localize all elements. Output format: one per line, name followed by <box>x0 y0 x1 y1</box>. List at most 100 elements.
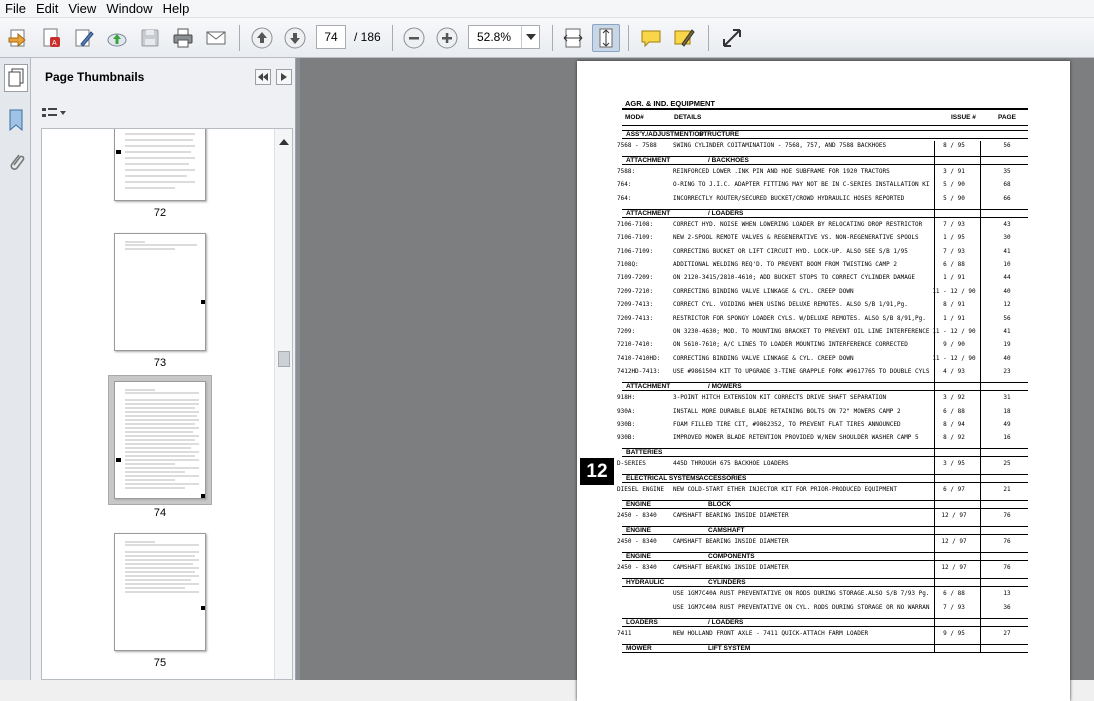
thumbnail-page-75[interactable] <box>114 533 206 651</box>
table-row: 7106-7109: CORRECTING BUCKET OR LIFT CIRC… <box>617 248 1029 260</box>
row-issue: 4 / 93 <box>943 368 965 376</box>
create-pdf-icon[interactable]: A <box>37 24 65 52</box>
row-details: CORRECTING BINDING VALVE LINKAGE & CYL. … <box>673 287 854 295</box>
comment-icon[interactable] <box>637 24 665 52</box>
highlight-icon[interactable] <box>670 24 698 52</box>
email-icon[interactable] <box>202 24 230 52</box>
thumbnail-page-75-content <box>125 541 205 610</box>
row-page: 40 <box>1003 287 1011 295</box>
header-rule <box>622 125 1028 126</box>
row-issue: 7 / 93 <box>943 220 965 228</box>
section-category: HYDRAULIC <box>626 579 665 587</box>
section-category: ENGINE <box>626 553 651 561</box>
row-issue: 7 / 93 <box>943 247 965 255</box>
section-subcategory: ACCESSORIES <box>699 475 747 483</box>
page-total: / 186 <box>354 30 381 44</box>
section-header: ASS'Y./ADJUSTMENT/OP STRUCTURE <box>622 130 1028 139</box>
row-mod: 918H: <box>617 394 636 402</box>
row-mod: 7106-7108: <box>617 220 654 228</box>
table-row: 2450 - 8340 CAMSHAFT BEARING INSIDE DIAME… <box>617 564 1029 576</box>
table-row: 764: O-RING TO J.I.C. ADAPTER FITTING MAY… <box>617 181 1029 193</box>
row-details: ON 3230-4630; MOD. TO MOUNTING BRACKET T… <box>673 328 930 335</box>
table-row: 7568 - 7588 SWING CYLINDER COITAMINATION … <box>617 142 1029 154</box>
row-mod: 7106-7109: <box>617 234 654 242</box>
page-number-badge: 12 <box>580 458 614 485</box>
row-issue: 11 - 12 / 90 <box>932 354 976 362</box>
scroll-thumb[interactable] <box>278 351 290 367</box>
row-details: SWING CYLINDER COITAMINATION - 7568, 757… <box>673 142 887 149</box>
table-row: D-SERIES 445D THROUGH 675 BACKHOE LOADERS… <box>617 460 1029 472</box>
panel-menu-arrow-icon[interactable] <box>276 69 292 85</box>
chevron-down-icon[interactable] <box>521 26 539 48</box>
row-mod: 7109-7209: <box>617 274 654 282</box>
zoom-in-icon[interactable] <box>433 24 461 52</box>
section-header: ENGINE BLOCK <box>622 500 1028 510</box>
table-row: 7108Q: ADDITIONAL WELDING REQ'D. TO PREVE… <box>617 261 1029 273</box>
previous-page-icon[interactable] <box>248 24 276 52</box>
bookmarks-icon[interactable] <box>4 106 28 134</box>
menu-help[interactable]: Help <box>158 0 195 17</box>
row-mod: 7210-7410: <box>617 341 654 349</box>
edit-document-icon[interactable] <box>70 24 98 52</box>
row-page: 12 <box>1003 301 1011 309</box>
row-mod: 7209-7413: <box>617 301 654 309</box>
open-icon[interactable] <box>4 24 32 52</box>
row-mod: 7106-7109: <box>617 247 654 255</box>
row-details: CORRECTING BINDING VALVE LINKAGE & CYL. … <box>673 354 854 362</box>
row-details: INSTALL MORE DURABLE BLADE RETAINING BOL… <box>673 407 901 415</box>
section-subcategory: / LOADERS <box>708 209 744 217</box>
row-details: ON 2120-3415/2810-4610; ADD BUCKET STOPS… <box>673 274 916 282</box>
menu-file[interactable]: File <box>0 0 31 17</box>
menu-window[interactable]: Window <box>101 0 157 17</box>
thumbnail-page-72[interactable] <box>114 129 206 201</box>
row-details: CORRECTING BUCKET OR LIFT CIRCUIT HYD. L… <box>673 247 908 255</box>
menu-edit[interactable]: Edit <box>31 0 63 17</box>
upload-cloud-icon[interactable] <box>103 24 131 52</box>
table-row: 930B: IMPROVED MOWER BLADE RETENTION PROV… <box>617 434 1029 446</box>
section-subcategory: / BACKHOES <box>708 157 749 164</box>
table-row: USE 1GM7C40A RUST PREVENTATIVE ON CYL. R… <box>617 604 1029 616</box>
page-thumbnails-icon[interactable] <box>4 64 28 92</box>
fit-width-icon[interactable] <box>559 24 587 52</box>
fullscreen-icon[interactable] <box>718 24 746 52</box>
next-page-icon[interactable] <box>281 24 309 52</box>
section-header: ELECTRICAL SYSTEMS ACCESSORIES <box>622 474 1028 484</box>
menu-view[interactable]: View <box>63 0 101 17</box>
section-header: HYDRAULIC CYLINDERS <box>622 578 1028 588</box>
row-page: 41 <box>1003 247 1011 255</box>
row-details: 3-POINT HITCH EXTENSION KIT CORRECTS DRI… <box>673 394 887 402</box>
thumbnail-options-icon[interactable] <box>41 104 71 122</box>
row-details: NEW COLD-START ETHER INJECTOR KIT FOR PR… <box>673 486 897 494</box>
section-category: ENGINE <box>626 527 651 535</box>
thumbnail-page-73[interactable] <box>114 233 206 351</box>
row-page: 66 <box>1003 194 1011 202</box>
page-number-input[interactable]: 74 <box>316 25 346 49</box>
row-page: 19 <box>1003 341 1011 349</box>
zoom-out-icon[interactable] <box>400 24 428 52</box>
collapse-panel-icon[interactable] <box>255 69 271 85</box>
attachments-icon[interactable] <box>4 148 28 176</box>
row-details: O-RING TO J.I.C. ADAPTER FITTING MAY NOT… <box>673 181 930 189</box>
section-category: ATTACHMENT <box>626 209 671 217</box>
print-icon[interactable] <box>169 24 197 52</box>
row-issue: 8 / 94 <box>943 421 965 428</box>
thumbnail-scrollbar[interactable] <box>274 129 292 679</box>
row-details: IMPROVED MOWER BLADE RETENTION PROVIDED … <box>673 434 919 442</box>
svg-text:A: A <box>52 40 57 47</box>
scroll-up-icon[interactable] <box>279 134 289 148</box>
thumbnail-label-75: 75 <box>153 657 167 669</box>
section-category: ENGINE <box>626 501 651 509</box>
row-details: NEW 2-SPOOL REMOTE VALVES & REGENERATIVE… <box>673 234 919 242</box>
table-row: 930B: FOAM FILLED TIRE CIT, #9862352, TO … <box>617 421 1029 433</box>
section-header: MOWER LIFT SYSTEM <box>622 643 1028 653</box>
document-canvas: AGR. & IND. EQUIPMENT MOD# DETAILS ISSUE… <box>300 58 1094 701</box>
section-header: BATTERIES <box>622 448 1028 458</box>
row-mod: 930A: <box>617 407 636 415</box>
row-details: CORRECT HYD. NOISE WHEN LOWERING LOADER … <box>673 220 923 228</box>
thumbnail-page-74[interactable] <box>114 381 206 499</box>
fit-page-icon[interactable] <box>592 24 620 52</box>
save-icon[interactable] <box>136 24 164 52</box>
row-details: INCORRECTLY ROUTER/SECURED BUCKET/CROWD … <box>673 194 905 202</box>
header-details: DETAILS <box>674 114 702 121</box>
zoom-select[interactable]: 52.8% <box>468 25 540 49</box>
